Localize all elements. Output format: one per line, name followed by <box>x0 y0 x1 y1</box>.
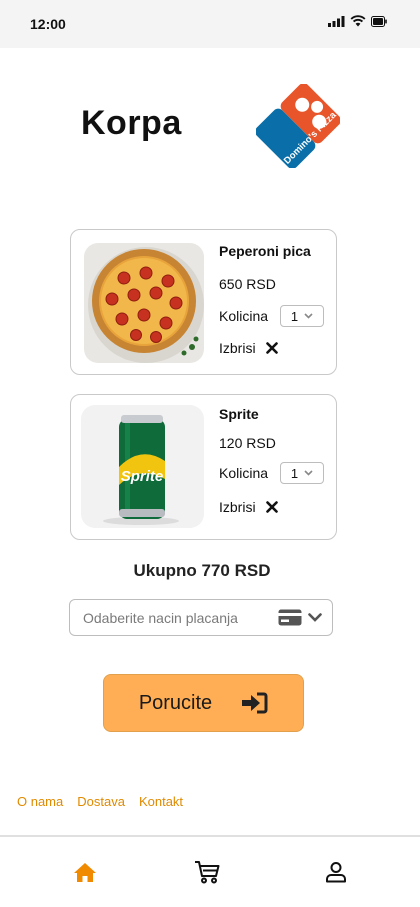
home-icon[interactable] <box>73 862 97 883</box>
cart-icon[interactable] <box>194 860 220 884</box>
sign-in-icon <box>242 692 268 714</box>
item-price: 120 RSD <box>219 435 276 451</box>
close-icon[interactable] <box>265 342 278 354</box>
payment-placeholder: Odaberite nacin placanja <box>83 609 238 626</box>
signal-icon <box>328 15 345 27</box>
quantity-value: 1 <box>290 465 299 481</box>
quantity-label: Kolicina <box>219 465 269 481</box>
quantity-select[interactable]: 1 <box>280 462 324 484</box>
credit-card-icon <box>278 609 302 626</box>
quantity-label: Kolicina <box>219 308 269 324</box>
quantity-value: 1 <box>290 308 299 324</box>
order-button[interactable]: Porucite <box>103 674 304 732</box>
chevron-down-icon <box>304 470 313 476</box>
bottom-nav <box>0 835 420 907</box>
payment-method-select[interactable]: Odaberite nacin placanja <box>69 599 333 636</box>
item-name: Sprite <box>219 406 259 422</box>
cart-item: Peperoni pica 650 RSD Kolicina 1 Izbrisi <box>70 229 337 375</box>
can-brand-text: Sprite <box>121 468 164 485</box>
chevron-down-icon <box>308 613 322 622</box>
nav-profile[interactable] <box>323 859 349 885</box>
sprite-can-image: Sprite <box>81 405 204 528</box>
user-icon[interactable] <box>325 861 347 883</box>
footer-link-about[interactable]: O nama <box>17 794 63 809</box>
nav-home[interactable] <box>72 859 98 885</box>
quantity-select[interactable]: 1 <box>280 305 324 327</box>
status-icons <box>328 15 387 27</box>
footer-link-delivery[interactable]: Dostava <box>77 794 125 809</box>
remove-item-button[interactable]: Izbrisi <box>219 499 278 515</box>
wifi-icon <box>350 15 366 27</box>
cart-total: Ukupno 770 RSD <box>133 561 271 580</box>
dominos-logo: Domino's Pizza <box>256 84 340 168</box>
nav-cart[interactable] <box>194 859 220 885</box>
cart-item: Sprite Sprite 120 RSD Kolicina 1 Izbrisi <box>70 394 337 540</box>
footer-link-contact[interactable]: Kontakt <box>139 794 183 809</box>
status-bar: 12:00 <box>0 0 420 48</box>
order-button-label: Porucite <box>138 691 213 714</box>
close-icon[interactable] <box>265 501 278 513</box>
status-time: 12:00 <box>30 16 66 32</box>
page-title: Korpa <box>81 104 182 142</box>
chevron-down-icon <box>304 313 313 319</box>
item-price: 650 RSD <box>219 276 276 292</box>
pepperoni-pizza-image <box>84 243 204 363</box>
battery-icon <box>371 15 387 27</box>
footer-links: O nama Dostava Kontakt <box>17 794 183 809</box>
item-name: Peperoni pica <box>219 243 311 259</box>
remove-label: Izbrisi <box>219 340 256 356</box>
remove-item-button[interactable]: Izbrisi <box>219 340 278 356</box>
remove-label: Izbrisi <box>219 499 256 515</box>
